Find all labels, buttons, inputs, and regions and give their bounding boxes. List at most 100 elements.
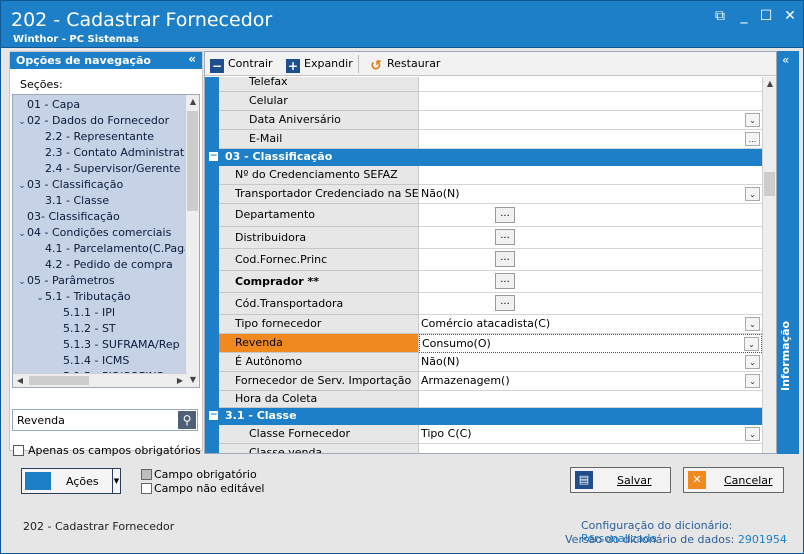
field-value[interactable]: ... — [419, 204, 762, 227]
tree-expander-icon[interactable]: ⌄ — [35, 290, 45, 305]
field-value[interactable]: Consumo(O) ⌄ — [419, 334, 762, 353]
scroll-up-icon[interactable]: ▲ — [186, 95, 199, 109]
field-value[interactable] — [419, 444, 762, 453]
tree-item[interactable]: 3.1 - Classe — [17, 193, 185, 209]
scroll-thumb[interactable] — [187, 111, 198, 211]
expand-info-icon[interactable]: « — [782, 53, 789, 67]
salvar-button[interactable]: ▤ Salvar — [570, 467, 671, 493]
acoes-dropdown-icon[interactable]: ▼ — [112, 469, 120, 493]
restore-window-icon[interactable]: ⧉ — [713, 9, 727, 23]
field-value[interactable]: ... — [419, 271, 762, 293]
tree-item-label: 3.1 - Classe — [45, 194, 110, 207]
field-value[interactable] — [419, 92, 762, 111]
field-value[interactable]: ... — [419, 249, 762, 271]
field-value[interactable]: ⌄ — [419, 111, 762, 130]
only-required-checkbox[interactable] — [13, 445, 24, 456]
cancelar-button[interactable]: ✕ Cancelar — [683, 467, 784, 493]
dropdown-arrow-icon[interactable]: ⌄ — [745, 186, 760, 201]
lookup-button[interactable]: ... — [745, 132, 760, 146]
only-required-row[interactable]: Apenas os campos obrigatórios — [13, 444, 201, 457]
dropdown-arrow-icon[interactable]: ⌄ — [745, 112, 760, 127]
legend-required-swatch — [141, 469, 152, 480]
grid-left-gutter — [205, 77, 219, 453]
lookup-button[interactable]: ... — [495, 251, 515, 267]
field-value-text: Não(N) — [421, 355, 460, 368]
tree-item[interactable]: 5.1.4 - ICMS — [17, 353, 185, 369]
collapse-section-icon[interactable]: − — [209, 411, 218, 420]
lookup-button[interactable]: ... — [495, 273, 515, 289]
grid-scroll-thumb[interactable] — [764, 172, 775, 196]
section-search-input[interactable] — [13, 410, 173, 430]
dropdown-arrow-icon[interactable]: ⌄ — [745, 373, 760, 388]
tree-item[interactable]: ⌄03 - Classificação — [17, 177, 185, 193]
restaurar-button[interactable]: ↺ Restaurar — [369, 56, 440, 73]
tree-item[interactable]: 4.2 - Pedido de compra — [17, 257, 185, 273]
scroll-down-icon[interactable]: ▼ — [186, 373, 199, 387]
acoes-button[interactable]: Ações ▼ — [21, 468, 121, 494]
tree-item[interactable]: ⌄05 - Parâmetros — [17, 273, 185, 289]
grid-row: Departamento... — [219, 204, 762, 227]
tree-item[interactable]: ⌄02 - Dados do Fornecedor — [17, 113, 185, 129]
tree-item[interactable]: 01 - Capa — [17, 97, 185, 113]
collapse-panel-icon[interactable]: « — [188, 52, 196, 66]
tree-item[interactable]: 5.1.3 - SUFRAMA/Rep — [17, 337, 185, 353]
dropdown-arrow-icon[interactable]: ⌄ — [745, 354, 760, 369]
tree-item[interactable]: 03- Classificação — [17, 209, 185, 225]
tree-item[interactable]: 2.3 - Contato Administrativ — [17, 145, 185, 161]
maximize-icon[interactable]: ☐ — [759, 9, 773, 23]
field-value[interactable]: Armazenagem() ⌄ — [419, 372, 762, 391]
grid-vertical-scrollbar[interactable]: ▲ — [762, 77, 776, 453]
tree-item[interactable]: ⌄04 - Condições comerciais — [17, 225, 185, 241]
lookup-button[interactable]: ... — [495, 295, 515, 311]
tree-item[interactable]: 5.1.2 - ST — [17, 321, 185, 337]
navigation-header-label: Opções de navegação — [16, 54, 151, 67]
field-value[interactable] — [419, 77, 762, 92]
grid-section-header[interactable]: −3.1 - Classe — [205, 408, 762, 425]
scroll-right-icon[interactable]: ▶ — [173, 374, 187, 387]
expandir-label: Expandir — [304, 57, 353, 70]
field-value[interactable]: ... — [419, 227, 762, 249]
field-value[interactable] — [419, 166, 762, 185]
scroll-left-icon[interactable]: ◀ — [13, 374, 27, 387]
dropdown-arrow-icon[interactable]: ⌄ — [744, 336, 759, 351]
title-bar: 202 - Cadastrar Fornecedor Winthor - PC … — [0, 0, 804, 48]
collapse-section-icon[interactable]: − — [209, 152, 218, 161]
dropdown-arrow-icon[interactable]: ⌄ — [745, 316, 760, 331]
tree-item[interactable]: 4.1 - Parcelamento(C.Paga — [17, 241, 185, 257]
window-title: 202 - Cadastrar Fornecedor — [11, 9, 273, 31]
close-icon[interactable]: ✕ — [783, 9, 797, 23]
grid-section-header[interactable]: −03 - Classificação — [205, 149, 762, 166]
field-value[interactable] — [419, 391, 762, 408]
tree-item[interactable]: 2.2 - Representante — [17, 129, 185, 145]
hscroll-thumb[interactable] — [29, 376, 89, 385]
search-icon[interactable]: ⚲ — [178, 411, 196, 429]
minimize-icon[interactable]: _ — [737, 9, 751, 23]
tree-expander-icon[interactable]: ⌄ — [17, 274, 27, 289]
tree-item[interactable]: 5.1.1 - IPI — [17, 305, 185, 321]
sections-tree[interactable]: 01 - Capa ⌄02 - Dados do Fornecedor 2.2 - … — [12, 94, 200, 388]
field-value[interactable]: ... — [419, 293, 762, 315]
lookup-button[interactable]: ... — [495, 206, 515, 223]
tree-vertical-scrollbar[interactable]: ▲ ▼ — [185, 95, 199, 387]
grid-row: Hora da Coleta — [219, 391, 762, 408]
tree-expander-icon[interactable]: ⌄ — [17, 226, 27, 241]
field-value[interactable]: ... — [419, 130, 762, 149]
tree-expander-icon[interactable]: ⌄ — [17, 114, 27, 129]
expandir-button[interactable]: + Expandir — [286, 56, 353, 73]
tree-horizontal-scrollbar[interactable]: ◀ ▶ — [13, 373, 187, 387]
tree-expander-icon[interactable]: ⌄ — [17, 178, 27, 193]
info-side-panel[interactable]: « Informação — [777, 51, 799, 454]
field-label: Comprador ** — [219, 271, 419, 293]
field-value[interactable]: Não(N) ⌄ — [419, 353, 762, 372]
tree-item-label: 5.1 - Tributação — [45, 290, 131, 303]
field-value[interactable]: Tipo C(C) ⌄ — [419, 425, 762, 444]
lookup-button[interactable]: ... — [495, 229, 515, 245]
dropdown-arrow-icon[interactable]: ⌄ — [745, 426, 760, 441]
contrair-button[interactable]: − Contrair — [210, 56, 273, 73]
tree-item[interactable]: ⌄5.1 - Tributação — [17, 289, 185, 305]
grid-scroll-up-icon[interactable]: ▲ — [763, 77, 777, 91]
field-value[interactable]: Não(N) ⌄ — [419, 185, 762, 204]
field-label: Departamento — [219, 204, 419, 227]
tree-item[interactable]: 2.4 - Supervisor/Gerente — [17, 161, 185, 177]
field-value[interactable]: Comércio atacadista(C) ⌄ — [419, 315, 762, 334]
